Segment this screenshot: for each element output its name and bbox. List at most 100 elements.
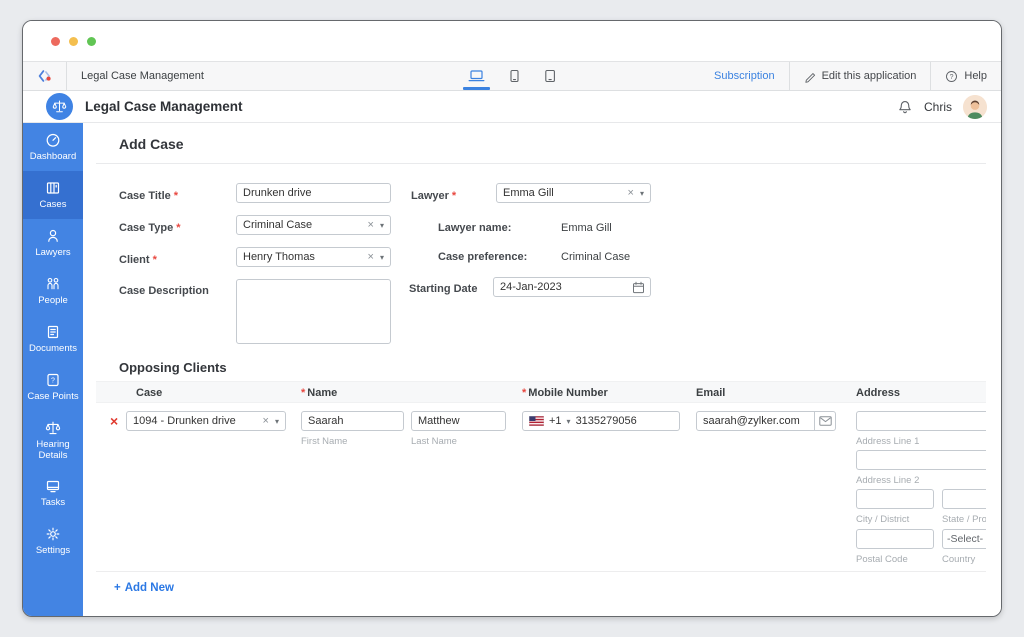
zoom-window-button[interactable] xyxy=(87,36,96,46)
chevron-down-icon[interactable]: ▾ xyxy=(380,221,384,230)
sidebar-item-hearing-details[interactable]: Hearing Details xyxy=(23,411,83,469)
address-line1-input[interactable] xyxy=(856,411,986,431)
clear-icon[interactable]: × xyxy=(628,187,634,199)
starting-date-input[interactable]: 24-Jan-2023 xyxy=(493,277,651,297)
app-header: Legal Case Management Chris xyxy=(23,91,1001,123)
address-line1-hint: Address Line 1 xyxy=(856,436,920,447)
chevron-down-icon[interactable]: ▾ xyxy=(567,417,571,426)
device-view-switcher xyxy=(463,62,558,90)
app-toolbar: Legal Case Management Subscription Edit … xyxy=(23,61,1001,91)
desktop-view-button[interactable] xyxy=(463,62,490,90)
sidebar-item-settings[interactable]: Settings xyxy=(23,517,83,565)
app-window: Legal Case Management Subscription Edit … xyxy=(22,20,1002,617)
lawyer-name-value: Emma Gill xyxy=(561,222,612,234)
scales-icon xyxy=(44,419,62,437)
required-asterisk: * xyxy=(152,254,157,266)
lawyer-select[interactable]: Emma Gill × ▾ xyxy=(496,183,651,203)
help-button[interactable]: ? Help xyxy=(930,62,1001,90)
user-avatar[interactable] xyxy=(963,94,987,119)
mobile-number-input[interactable]: +1 ▾ 3135279056 xyxy=(522,411,680,431)
required-asterisk: * xyxy=(173,190,179,202)
email-input[interactable]: saarah@zylker.com xyxy=(696,411,836,431)
last-name-input[interactable] xyxy=(411,411,506,431)
chevron-down-icon[interactable]: ▾ xyxy=(640,189,644,198)
sidebar-item-documents[interactable]: Documents xyxy=(23,315,83,363)
close-window-button[interactable] xyxy=(51,36,60,46)
active-view-underline xyxy=(463,87,490,90)
clear-icon[interactable]: × xyxy=(263,415,269,427)
dial-code[interactable]: +1 xyxy=(549,415,562,427)
column-header-email: Email xyxy=(696,387,726,399)
first-name-hint: First Name xyxy=(301,436,348,447)
clear-icon[interactable]: × xyxy=(368,251,374,263)
mobile-number-value[interactable]: 3135279056 xyxy=(576,415,637,427)
svg-text:?: ? xyxy=(950,73,954,80)
app-logo-scales-icon xyxy=(46,93,73,120)
lawyer-icon xyxy=(44,227,62,245)
sidebar-item-people[interactable]: People xyxy=(23,267,83,315)
column-header-mobile: * Mobile Number xyxy=(522,387,608,399)
sidebar-item-dashboard[interactable]: Dashboard xyxy=(23,123,83,171)
plus-icon: + xyxy=(114,582,121,594)
subscription-link[interactable]: Subscription xyxy=(700,62,789,90)
opposing-clients-header-row: Case * Name * Mobile Number Email Address xyxy=(96,381,986,403)
chevron-down-icon[interactable]: ▾ xyxy=(380,253,384,262)
state-province-input[interactable] xyxy=(942,489,986,509)
case-points-icon: ? xyxy=(44,371,62,389)
first-name-input[interactable] xyxy=(301,411,404,431)
clear-icon[interactable]: × xyxy=(368,219,374,231)
row-case-select[interactable]: 1094 - Drunken drive × ▾ xyxy=(126,411,286,431)
case-title-input[interactable] xyxy=(236,183,391,203)
address-line2-hint: Address Line 2 xyxy=(856,475,920,486)
address-line2-input[interactable] xyxy=(856,450,986,470)
sidebar-item-case-points[interactable]: ? Case Points xyxy=(23,363,83,411)
sidebar-item-cases[interactable]: Cases xyxy=(23,171,83,219)
delete-row-icon[interactable]: × xyxy=(110,413,118,429)
city-district-input[interactable] xyxy=(856,489,934,509)
monitor-icon xyxy=(44,477,62,495)
case-type-select[interactable]: Criminal Case × ▾ xyxy=(236,215,391,235)
add-new-button[interactable]: + Add New xyxy=(114,582,174,594)
cases-icon xyxy=(44,179,62,197)
toolbar-app-title: Legal Case Management xyxy=(81,70,204,82)
opposing-clients-title: Opposing Clients xyxy=(119,360,227,375)
page-title: Legal Case Management xyxy=(85,99,243,114)
postal-code-hint: Postal Code xyxy=(856,554,908,565)
tablet-view-button[interactable] xyxy=(542,62,558,90)
phone-view-button[interactable] xyxy=(507,62,522,90)
notifications-bell-icon[interactable] xyxy=(897,99,913,115)
city-district-hint: City / District xyxy=(856,514,910,525)
lawyer-name-label: Lawyer name: xyxy=(438,222,512,234)
sidebar: Dashboard Cases Lawyers People Documents… xyxy=(23,123,83,616)
envelope-icon[interactable] xyxy=(814,412,835,430)
case-description-label: Case Description xyxy=(119,285,209,297)
table-bottom-divider xyxy=(96,571,986,572)
client-select[interactable]: Henry Thomas × ▾ xyxy=(236,247,391,267)
user-name[interactable]: Chris xyxy=(924,100,952,114)
column-header-case: Case xyxy=(136,387,163,399)
window-titlebar xyxy=(23,21,1001,61)
form-header: Add Case xyxy=(96,123,986,164)
us-flag-icon xyxy=(529,416,544,426)
chevron-down-icon[interactable]: ▾ xyxy=(275,417,279,426)
case-preference-label: Case preference: xyxy=(438,251,528,263)
state-province-hint: State / Province xyxy=(942,514,986,525)
case-preference-value: Criminal Case xyxy=(561,251,631,263)
column-header-name: * Name xyxy=(301,387,338,399)
main-content: Add Case Case Title* Case Type* Criminal… xyxy=(83,123,1001,616)
creator-logo-icon[interactable] xyxy=(37,68,53,84)
minimize-window-button[interactable] xyxy=(69,36,78,46)
sidebar-item-tasks[interactable]: Tasks xyxy=(23,469,83,517)
required-asterisk: * xyxy=(451,190,457,202)
country-select[interactable]: -Select- xyxy=(942,529,986,549)
sidebar-item-lawyers[interactable]: Lawyers xyxy=(23,219,83,267)
calendar-icon[interactable] xyxy=(626,281,650,294)
client-label: Client * xyxy=(119,254,157,266)
case-title-label: Case Title * xyxy=(119,190,179,202)
edit-application-button[interactable]: Edit this application xyxy=(788,62,931,90)
case-description-textarea[interactable] xyxy=(236,279,391,344)
column-header-address: Address xyxy=(856,387,901,399)
postal-code-input[interactable] xyxy=(856,529,934,549)
required-asterisk: * xyxy=(301,387,306,399)
people-icon xyxy=(44,275,62,293)
